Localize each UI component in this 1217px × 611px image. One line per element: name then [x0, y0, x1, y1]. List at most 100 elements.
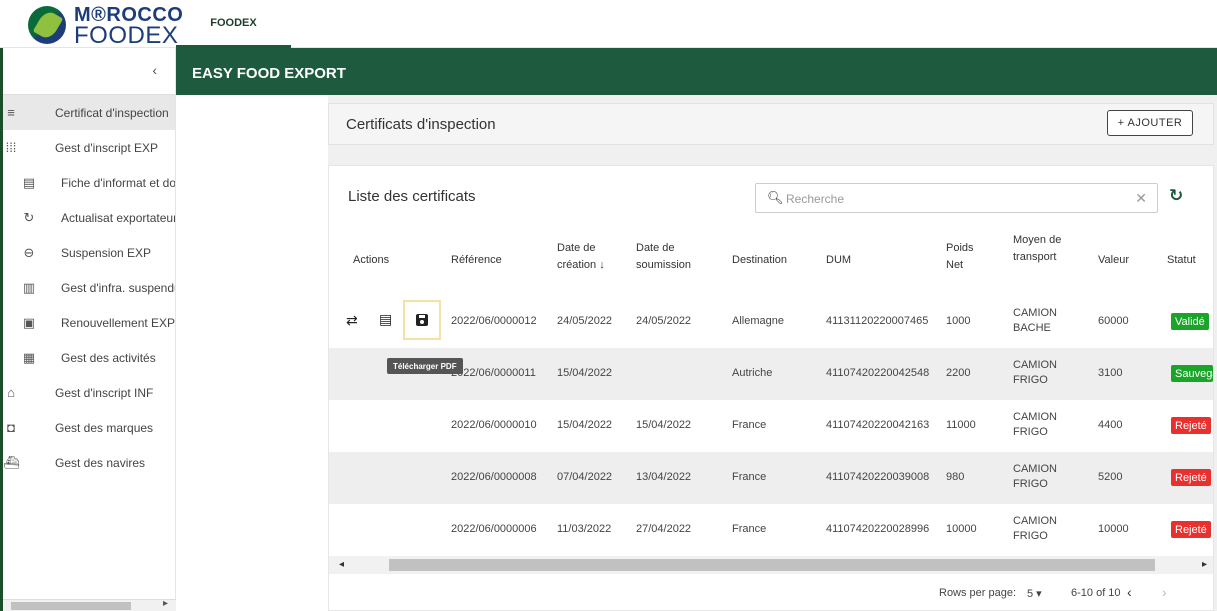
comment-icon[interactable]: ▤: [379, 311, 392, 328]
prev-page-icon[interactable]: ‹: [1127, 584, 1132, 600]
transfer-icon[interactable]: ⇄: [346, 312, 358, 329]
download-pdf-button[interactable]: [403, 300, 441, 340]
status-badge: Validé: [1171, 313, 1209, 330]
app-banner: EASY FOOD EXPORT: [176, 48, 1217, 95]
sidebar-item[interactable]: ⛴ Gest des navires: [3, 445, 175, 480]
cell-valeur: 4400: [1098, 419, 1123, 431]
search-placeholder: Recherche: [786, 192, 845, 206]
sidebar-item-label: Gest d'inscript EXP: [55, 140, 158, 155]
cell-poids: 1000: [946, 315, 971, 327]
clear-search-icon[interactable]: ✕: [1135, 190, 1147, 207]
status-badge: Rejeté: [1171, 521, 1211, 538]
add-button[interactable]: + AJOUTER: [1107, 110, 1193, 136]
sidebar-item[interactable]: ⁞⁞⁞ Gest d'inscript EXP: [3, 130, 175, 165]
cell-destination: France: [732, 419, 767, 431]
sidebar-item[interactable]: ▣ Renouvellement EXP: [3, 305, 175, 340]
col-poids[interactable]: Poids Net: [946, 240, 976, 274]
sidebar-item-label: Gest des activités: [61, 350, 156, 365]
cell-valeur: 3100: [1098, 367, 1123, 379]
sidebar-item-icon: ▥: [22, 279, 36, 295]
table-row[interactable]: 2022/06/0000010 15/04/2022 15/04/2022 Franc…: [329, 400, 1213, 452]
cell-dum: 41131120220007465: [826, 315, 929, 327]
cell-moyen: CAMION FRIGO: [1013, 515, 1057, 542]
sidebar-item-icon: ≡: [7, 105, 15, 120]
col-moyen[interactable]: Moyen de transport: [1013, 232, 1065, 266]
sidebar-item[interactable]: ↻ Actualisat exportateur: [3, 200, 175, 235]
table-row[interactable]: 2022/06/0000011 15/04/2022 Autriche 4110742…: [329, 348, 1213, 400]
cell-poids: 980: [946, 471, 965, 483]
sidebar: ‹ ≡ Certificat d'inspection ⁞⁞⁞ Gest d'insc…: [3, 48, 176, 611]
cell-moyen: CAMION FRIGO: [1013, 359, 1057, 386]
col-destination[interactable]: Destination: [732, 252, 787, 269]
cell-reference: 2022/06/0000010: [451, 419, 537, 431]
cell-moyen: CAMION FRIGO: [1013, 463, 1057, 490]
sidebar-item-icon: ◘: [7, 420, 15, 435]
page-header: Certificats d'inspection + AJOUTER: [328, 103, 1214, 145]
table-scrollbar[interactable]: ◂ ▸: [329, 556, 1213, 574]
table-header: Actions Référence Date de création ↓ Dat…: [329, 224, 1213, 296]
col-valeur[interactable]: Valeur: [1098, 252, 1129, 269]
cell-destination: Autriche: [732, 367, 773, 379]
sidebar-item[interactable]: ▤ Fiche d'informat et do: [3, 165, 175, 200]
sidebar-item[interactable]: ◘ Gest des marques: [3, 410, 175, 445]
table-scrollbar-thumb[interactable]: [389, 559, 1155, 571]
sidebar-item-label: Gest d'inscript INF: [55, 385, 154, 400]
save-icon: [416, 314, 428, 326]
cell-dum: 41107420220028996: [826, 523, 930, 535]
cell-date-creation: 07/04/2022: [557, 471, 613, 483]
col-date-soumission[interactable]: Date de soumission: [636, 240, 698, 274]
sidebar-item-label: Gest des marques: [55, 420, 154, 435]
sidebar-item-label: Gest des navires: [55, 455, 146, 470]
sidebar-item-label: Renouvellement EXP: [61, 315, 176, 330]
search-icon: 🔍︎: [767, 190, 784, 205]
cell-dum: 41107420220039008: [826, 471, 930, 483]
rows-per-page-select[interactable]: 5 ▾: [1027, 587, 1042, 600]
cell-poids: 10000: [946, 523, 977, 535]
page-range: 6-10 of 10: [1071, 587, 1121, 599]
sidebar-item[interactable]: ⌂ Gest d'inscript INF: [3, 375, 175, 410]
collapse-chevron-icon[interactable]: ‹: [152, 62, 157, 78]
table-row[interactable]: 2022/06/0000006 11/03/2022 27/04/2022 Franc…: [329, 504, 1213, 556]
cell-date-soumission: 24/05/2022: [636, 315, 692, 327]
col-statut[interactable]: Statut: [1167, 252, 1196, 269]
download-tooltip: Télécharger PDF: [387, 358, 463, 374]
logo[interactable]: M®ROCCO FOODEX: [22, 2, 183, 49]
col-actions: Actions: [353, 254, 390, 266]
scroll-right-arrow-icon[interactable]: ▸: [163, 598, 168, 609]
rows-per-page-label: Rows per page:: [939, 587, 1017, 599]
col-reference[interactable]: Référence: [451, 252, 502, 269]
cell-dum: 41107420220042163: [826, 419, 930, 431]
tab-foodex[interactable]: FOODEX: [176, 0, 291, 48]
cell-destination: France: [732, 471, 767, 483]
scroll-right-arrow-icon[interactable]: ▸: [1202, 559, 1207, 570]
sidebar-item[interactable]: ▦ Gest des activités: [3, 340, 175, 375]
refresh-icon[interactable]: ↻: [1169, 186, 1183, 206]
cell-valeur: 5200: [1098, 471, 1123, 483]
cell-destination: Allemagne: [732, 315, 784, 327]
list-title: Liste des certificats: [348, 188, 476, 205]
sidebar-item-label: Fiche d'informat et do: [61, 175, 176, 190]
status-badge: Rejeté: [1171, 417, 1211, 434]
sidebar-item-icon: ⊖: [23, 244, 35, 260]
sidebar-item[interactable]: ▥ Gest d'infra. suspendu: [3, 270, 175, 305]
col-dum[interactable]: DUM: [826, 252, 851, 269]
cell-destination: France: [732, 523, 767, 535]
next-page-icon[interactable]: ›: [1162, 584, 1167, 600]
cell-date-creation: 11/03/2022: [557, 523, 612, 535]
search-input[interactable]: 🔍︎ Recherche ✕: [755, 183, 1158, 213]
sidebar-item-label: Actualisat exportateur: [61, 210, 176, 225]
sidebar-scrollbar-thumb[interactable]: [11, 602, 131, 610]
col-date-creation[interactable]: Date de création ↓: [557, 240, 617, 274]
table-row[interactable]: 2022/06/0000012 24/05/2022 24/05/2022 Allem…: [329, 296, 1213, 348]
logo-mark-icon: [28, 6, 66, 44]
cell-date-soumission: 13/04/2022: [636, 471, 692, 483]
cell-reference: 2022/06/0000011: [451, 367, 536, 379]
table-row[interactable]: 2022/06/0000008 07/04/2022 13/04/2022 Franc…: [329, 452, 1213, 504]
sidebar-item[interactable]: ≡ Certificat d'inspection: [3, 95, 175, 130]
page-title: Certificats d'inspection: [346, 116, 496, 133]
cell-moyen: CAMION BACHE: [1013, 307, 1057, 334]
sidebar-scrollbar[interactable]: ▸: [3, 598, 176, 611]
sidebar-item[interactable]: ⊖ Suspension EXP: [3, 235, 175, 270]
sidebar-item-icon: ▤: [22, 174, 36, 190]
scroll-left-arrow-icon[interactable]: ◂: [339, 559, 344, 570]
